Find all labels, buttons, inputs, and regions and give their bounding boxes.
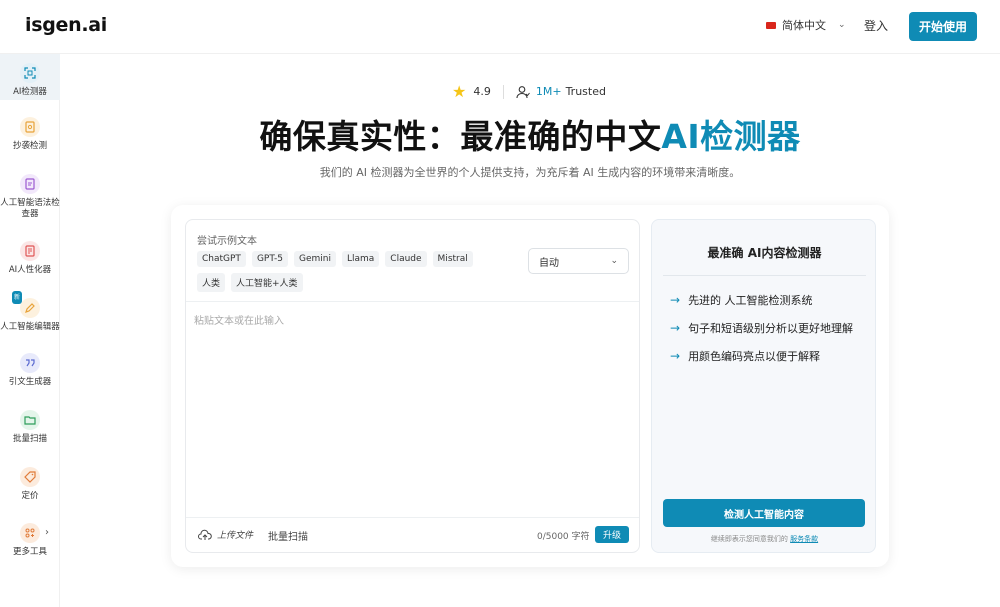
sample-chip[interactable]: ChatGPT (197, 251, 246, 267)
panel-title: 最准确 AI内容检测器 (707, 246, 822, 260)
more-tools-icon (20, 523, 40, 543)
language-select[interactable]: 自动 ⌄ (528, 248, 629, 274)
rating-value: 4.9 (473, 85, 491, 98)
user-count: 1M+ (535, 85, 562, 98)
upgrade-button[interactable]: 升级 (595, 526, 629, 543)
detector-card: 尝试示例文本 ChatGPT GPT-5 Gemini Llama Claude… (171, 205, 889, 567)
logo[interactable]: isgen.ai (25, 14, 107, 36)
sample-chip[interactable]: 人工智能+人类 (231, 273, 303, 292)
divider (663, 275, 866, 276)
chevron-right-icon: › (45, 527, 49, 538)
sample-chip[interactable]: Claude (385, 251, 427, 267)
sample-chip[interactable]: 人类 (197, 273, 226, 292)
title-accent: AI检测器 (661, 117, 801, 156)
terms-link[interactable]: 服务条款 (790, 535, 818, 543)
top-header: isgen.ai 简体中文 ⌄ 登入 开始使用 (0, 0, 1000, 54)
feature-text: 先进的 人工智能检测系统 (688, 294, 813, 307)
chevron-down-icon: ⌄ (838, 20, 846, 30)
sample-chip[interactable]: Mistral (432, 251, 473, 267)
try-sample-label: 尝试示例文本 (197, 236, 257, 247)
feature-text: 句子和短语级别分析以更好地理解 (688, 322, 854, 335)
batch-scan-link[interactable]: 批量扫描 (268, 528, 308, 543)
china-flag-icon (766, 21, 776, 29)
language-selector[interactable]: 简体中文 ⌄ (766, 17, 846, 33)
feature-item: → 先进的 人工智能检测系统 (670, 292, 813, 308)
sidebar-item-grammar[interactable]: 人工智能语法检查器 (0, 174, 60, 220)
feature-text: 用颜色编码亮点以便于解释 (688, 350, 821, 363)
new-badge: 新 (12, 291, 23, 304)
cloud-upload-icon (198, 529, 212, 540)
sidebar-item-label: AI人性化器 (8, 265, 52, 275)
arrow-right-icon: → (670, 293, 681, 307)
feature-item: → 句子和短语级别分析以更好地理解 (670, 320, 853, 336)
rating-bar: ★ 4.9 1M+ Trusted (452, 82, 606, 101)
user-icon (516, 85, 530, 98)
page-title: 确保真实性：最准确的中文AI检测器 (0, 110, 1000, 158)
humanizer-icon (20, 241, 40, 261)
divider (186, 517, 639, 518)
terms-prefix: 继续即表示您同意我们的 (710, 535, 788, 543)
terms-notice: 继续即表示您同意我们的 服务条款 (652, 534, 877, 544)
info-panel: 最准确 AI内容检测器 → 先进的 人工智能检测系统 → 句子和短语级别分析以更… (651, 219, 876, 553)
language-label: 简体中文 (782, 19, 826, 32)
sidebar-item-pricing[interactable]: 定价 (0, 467, 60, 502)
sidebar-item-label: 批量扫描 (12, 434, 47, 444)
char-counter: 0/5000 字符 (537, 532, 590, 542)
price-tag-icon (20, 467, 40, 487)
page-subtitle: 我们的 AI 检测器为全世界的个人提供支持，为充斥着 AI 生成内容的环境带来清… (319, 166, 741, 179)
text-input[interactable] (194, 312, 631, 512)
login-link[interactable]: 登入 (864, 17, 888, 34)
sidebar-item-editor[interactable]: 新 人工智能编辑器 (0, 291, 60, 333)
sidebar-item-humanizer[interactable]: AI人性化器 (0, 241, 60, 276)
sidebar-item-more-tools[interactable]: › 更多工具 (0, 523, 60, 558)
divider (186, 301, 639, 302)
sample-chips: ChatGPT GPT-5 Gemini Llama Claude Mistra… (197, 251, 487, 292)
arrow-right-icon: → (670, 321, 681, 335)
text-editor: 尝试示例文本 ChatGPT GPT-5 Gemini Llama Claude… (185, 219, 640, 553)
sidebar-item-citation[interactable]: 引文生成器 (0, 353, 60, 388)
folder-icon (20, 410, 40, 430)
sidebar-item-label: 人工智能编辑器 (0, 322, 60, 332)
sidebar-item-label: 定价 (21, 491, 39, 501)
sidebar-item-label: 更多工具 (12, 547, 47, 557)
start-button[interactable]: 开始使用 (909, 12, 977, 41)
divider (502, 84, 504, 99)
title-main: 确保真实性：最准确的中文 (259, 117, 662, 156)
sample-chip[interactable]: GPT-5 (251, 251, 288, 267)
select-value: 自动 (539, 257, 559, 269)
star-icon: ★ (452, 82, 467, 101)
arrow-right-icon: → (670, 349, 681, 363)
upload-label: 上传文件 (217, 531, 254, 541)
citation-icon (20, 353, 40, 373)
editor-icon (20, 298, 40, 318)
feature-item: → 用颜色编码亮点以便于解释 (670, 348, 820, 364)
sample-chip[interactable]: Llama (341, 251, 380, 267)
ai-scan-icon (20, 63, 40, 83)
sample-chip[interactable]: Gemini (293, 251, 336, 267)
detect-ai-button[interactable]: 检测人工智能内容 (663, 499, 865, 527)
sidebar-item-bulk-scan[interactable]: 批量扫描 (0, 410, 60, 445)
trusted-label: Trusted (565, 85, 606, 98)
chevron-down-icon: ⌄ (610, 256, 618, 266)
sidebar-item-label: 人工智能语法检查器 (0, 198, 60, 219)
sidebar-item-label: AI检测器 (13, 87, 47, 97)
sidebar-item-ai-detector[interactable]: AI检测器 (0, 54, 60, 100)
sidebar-item-label: 引文生成器 (8, 377, 52, 387)
upload-button[interactable]: 上传文件 (198, 528, 253, 541)
